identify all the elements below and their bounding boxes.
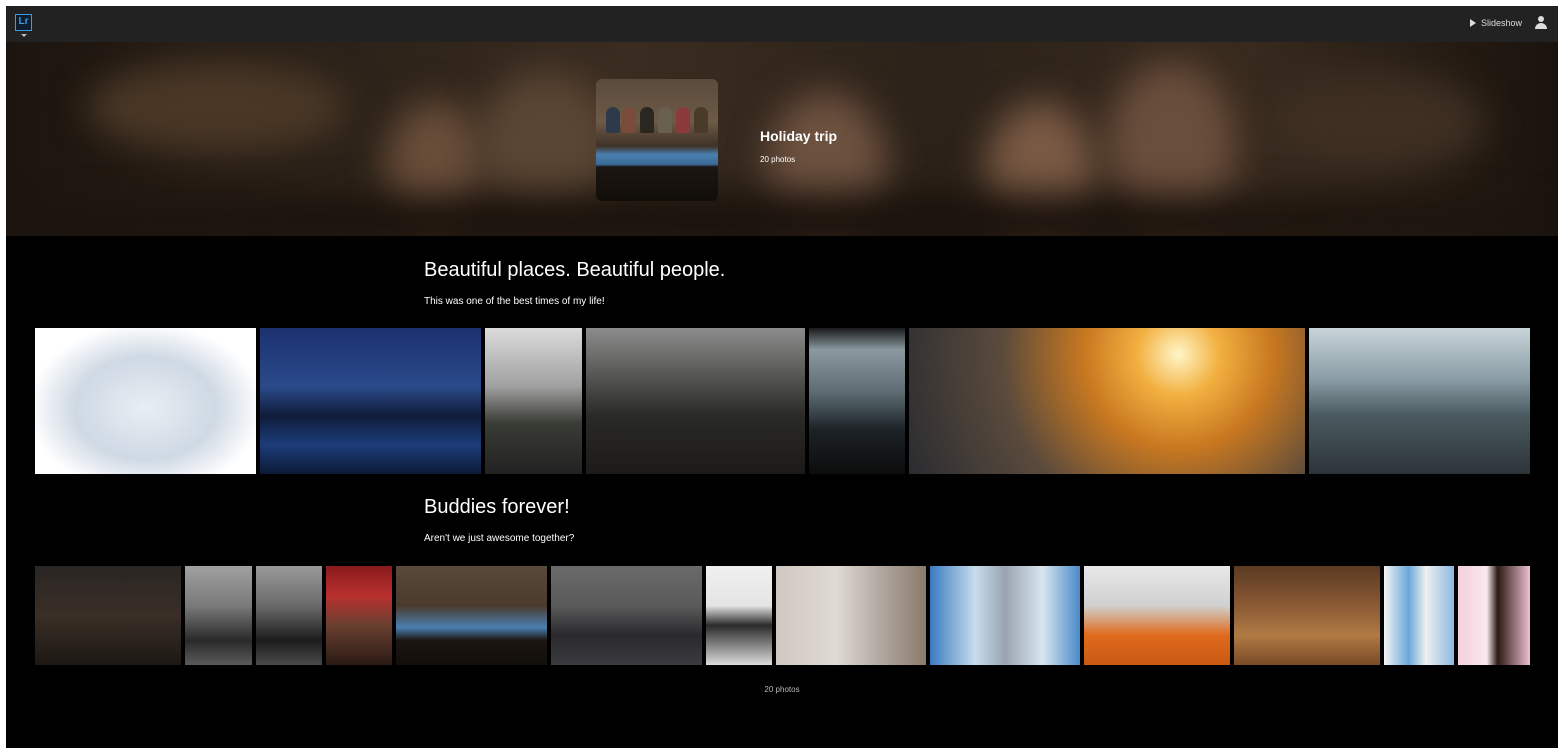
chevron-down-icon[interactable] xyxy=(21,34,27,37)
photo-thumbnail[interactable] xyxy=(1234,566,1380,665)
play-icon xyxy=(1469,19,1476,27)
photo-thumbnail[interactable] xyxy=(185,566,252,665)
album-cover[interactable] xyxy=(596,79,718,201)
photo-thumbnail[interactable] xyxy=(35,566,181,665)
photo-thumbnail[interactable] xyxy=(1384,566,1454,665)
photo-thumbnail[interactable] xyxy=(35,328,256,474)
photo-thumbnail[interactable] xyxy=(1084,566,1230,665)
slideshow-label: Slideshow xyxy=(1480,18,1522,28)
section-subtitle: Aren't we just awesome together? xyxy=(424,533,575,544)
photo-thumbnail[interactable] xyxy=(706,566,772,665)
photo-thumbnail[interactable] xyxy=(776,566,926,665)
section-title: Beautiful places. Beautiful people. xyxy=(424,259,726,281)
section-subtitle: This was one of the best times of my lif… xyxy=(424,296,605,307)
photo-thumbnail[interactable] xyxy=(396,566,547,665)
photo-thumbnail[interactable] xyxy=(809,328,905,474)
photo-thumbnail[interactable] xyxy=(260,328,481,474)
photo-thumbnail[interactable] xyxy=(930,566,1080,665)
top-bar: Lr Slideshow xyxy=(6,6,1558,42)
album-photo-count: 20 photos xyxy=(760,155,796,164)
photo-thumbnail[interactable] xyxy=(551,566,702,665)
album-header: Holiday trip 20 photos xyxy=(6,42,1558,236)
photo-thumbnail[interactable] xyxy=(1309,328,1530,474)
slideshow-button[interactable]: Slideshow xyxy=(1469,18,1522,28)
photo-thumbnail[interactable] xyxy=(586,328,805,474)
photo-thumbnail[interactable] xyxy=(1458,566,1530,665)
footer-photo-count: 20 photos xyxy=(764,685,800,694)
section-title: Buddies forever! xyxy=(424,496,570,518)
photo-thumbnail[interactable] xyxy=(256,566,322,665)
user-icon[interactable] xyxy=(1534,16,1548,30)
photo-thumbnail[interactable] xyxy=(485,328,582,474)
photo-thumbnail[interactable] xyxy=(326,566,392,665)
lr-logo-icon[interactable]: Lr xyxy=(15,14,32,31)
album-title: Holiday trip xyxy=(760,128,838,144)
app-frame: Lr Slideshow Holiday trip 20 photos Beau… xyxy=(6,6,1558,748)
photo-thumbnail[interactable] xyxy=(909,328,1305,474)
